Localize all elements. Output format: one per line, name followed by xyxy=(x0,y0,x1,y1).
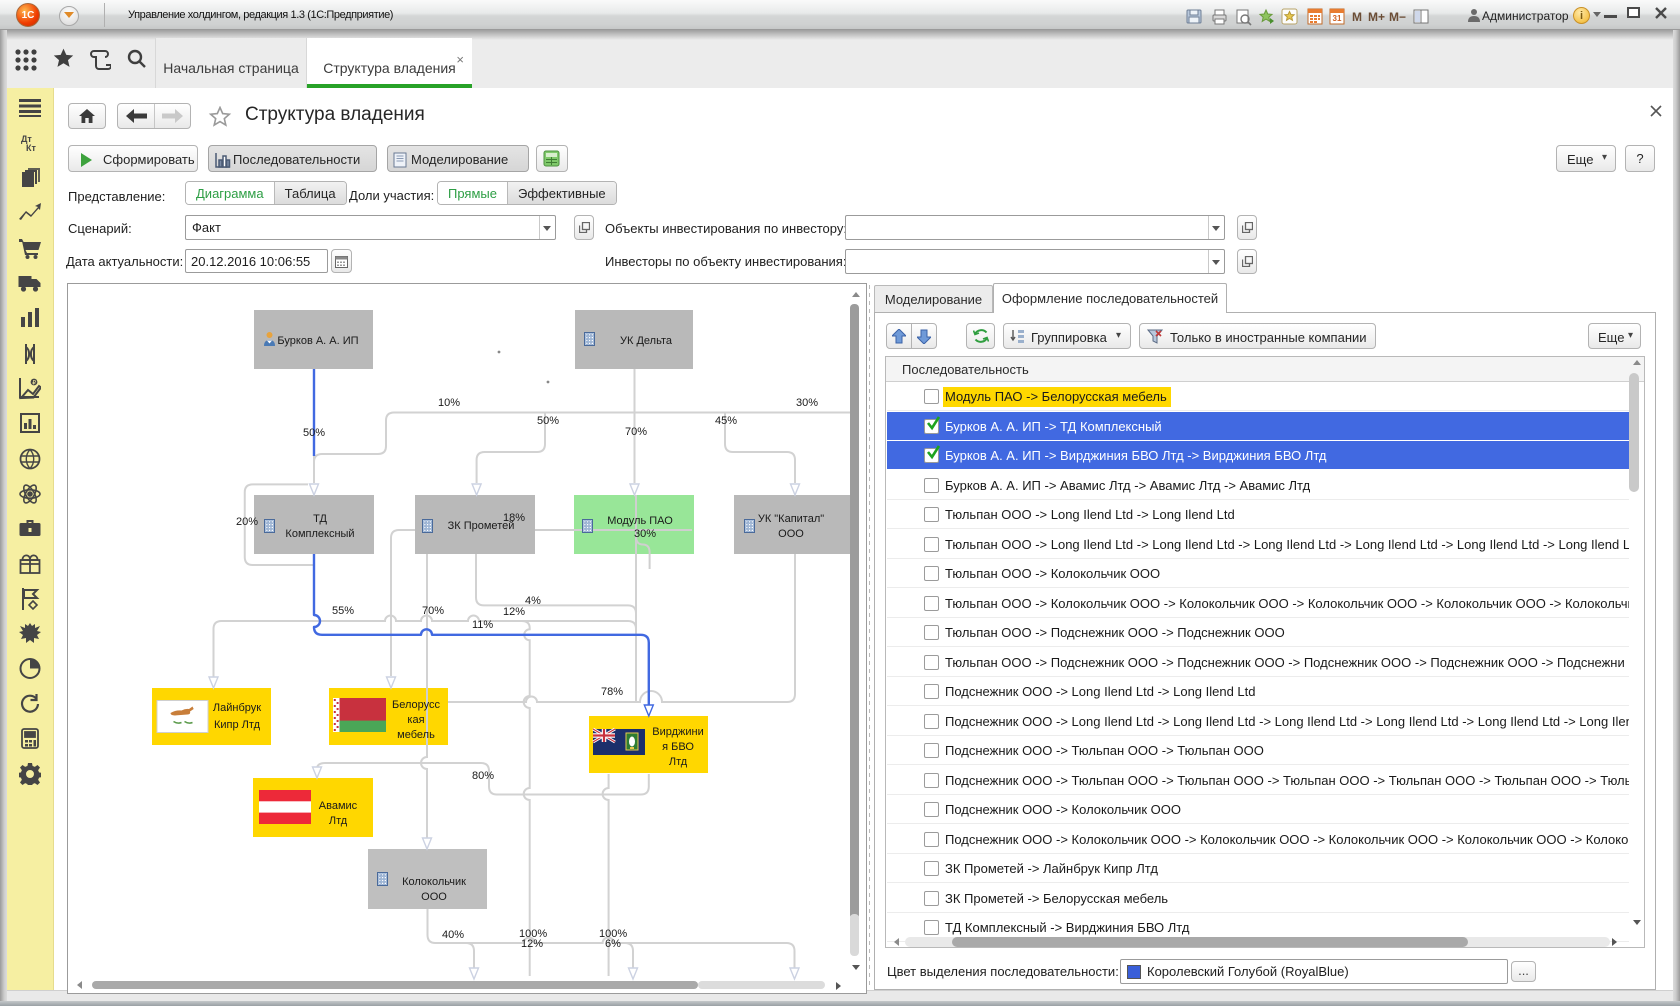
svg-text:M+: M+ xyxy=(1368,10,1385,24)
svg-text:50%: 50% xyxy=(303,427,325,439)
svg-text:50%: 50% xyxy=(537,415,559,427)
svg-text:40%: 40% xyxy=(442,929,464,941)
svg-text:Кт: Кт xyxy=(26,143,36,153)
svg-text:кая: кая xyxy=(407,714,424,726)
svg-text:78%: 78% xyxy=(601,686,623,698)
svg-text:Комплексный: Комплексный xyxy=(285,528,354,540)
svg-text:M−: M− xyxy=(1389,10,1406,24)
svg-text:12%: 12% xyxy=(521,938,543,950)
svg-text:80%: 80% xyxy=(472,770,494,782)
svg-text:УК Дельта: УК Дельта xyxy=(620,335,673,347)
svg-text:11%: 11% xyxy=(472,619,493,631)
svg-text:УК "Капитал": УК "Капитал" xyxy=(758,513,824,525)
svg-text:ООО: ООО xyxy=(778,528,804,540)
svg-text:70%: 70% xyxy=(625,426,647,438)
svg-text:20%: 20% xyxy=(236,516,258,528)
svg-text:31: 31 xyxy=(1333,14,1342,23)
svg-text:мебель: мебель xyxy=(397,729,435,741)
svg-text:45%: 45% xyxy=(715,415,737,427)
svg-text:Бурков А. А. ИП: Бурков А. А. ИП xyxy=(277,335,358,347)
svg-text:18%: 18% xyxy=(503,512,525,524)
svg-text:Вирджини: Вирджини xyxy=(652,726,704,738)
svg-text:6%: 6% xyxy=(605,938,621,950)
svg-text:ООО: ООО xyxy=(421,891,447,903)
svg-text:я БВО: я БВО xyxy=(662,741,694,753)
svg-text:Лтд: Лтд xyxy=(329,815,348,827)
svg-text:30%: 30% xyxy=(796,397,818,409)
svg-text:M: M xyxy=(1352,10,1362,24)
svg-text:70%: 70% xyxy=(422,605,444,617)
svg-text:Лайнбрук: Лайнбрук xyxy=(213,702,261,714)
svg-text:10%: 10% xyxy=(438,397,460,409)
svg-text:Колокольчик: Колокольчик xyxy=(402,876,466,888)
svg-text:4%: 4% xyxy=(525,595,541,607)
svg-text:Белорусс: Белорусс xyxy=(392,699,441,711)
svg-text:₽: ₽ xyxy=(32,380,36,387)
svg-text:ТД: ТД xyxy=(313,513,327,525)
svg-text:Лтд: Лтд xyxy=(669,756,688,768)
svg-text:Модуль ПАО: Модуль ПАО xyxy=(607,515,673,527)
svg-text:55%: 55% xyxy=(332,605,354,617)
svg-text:Авамис: Авамис xyxy=(319,800,358,812)
svg-text:12%: 12% xyxy=(503,606,525,618)
svg-text:Кипр Лтд: Кипр Лтд xyxy=(214,719,261,731)
svg-text:30%: 30% xyxy=(634,528,656,540)
